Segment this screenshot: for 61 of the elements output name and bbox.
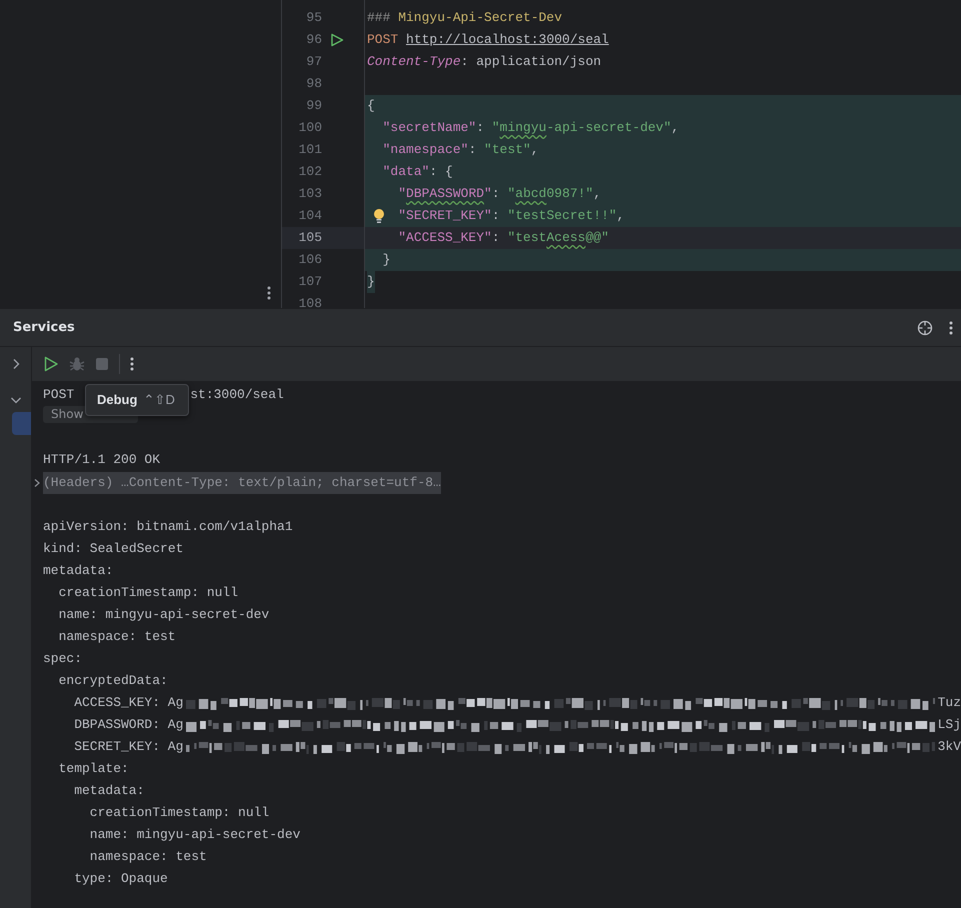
line-number: 100 (298, 119, 322, 137)
line-number: 106 (298, 251, 322, 269)
code-line: "data": { (382, 164, 453, 179)
line-number: 104 (298, 207, 322, 225)
code-line: Content-Type: application/json (367, 54, 602, 69)
line-number: 97 (305, 53, 322, 71)
yaml-line: name: mingyu-api-secret-dev (58, 606, 270, 624)
yaml-line: DBPASSWORD: Ag (74, 716, 184, 734)
code-line: "DBPASSWORD": "abcd0987!", (398, 186, 602, 201)
yaml-line: metadata: (74, 782, 144, 800)
crosshair-icon[interactable] (917, 320, 933, 336)
code-line: ### Mingyu-Api-Secret-Dev (367, 10, 562, 25)
yaml-line: template: (58, 760, 129, 778)
yaml-line: type: Opaque (74, 870, 168, 888)
yaml-line: creationTimestamp: null (58, 584, 238, 602)
yaml-line: kind: SealedSecret (43, 540, 184, 558)
yaml-line: namespace: test (90, 848, 207, 866)
more-icon[interactable] (267, 286, 271, 300)
line-number: 107 (298, 273, 322, 291)
line-number: 101 (298, 141, 322, 159)
code-line: "SECRET_KEY": "testSecret!!", (398, 208, 624, 223)
yaml-line: apiVersion: bitnami.com/v1alpha1 (43, 518, 293, 536)
yaml-value-tail: Tuz (938, 694, 961, 712)
yaml-line: name: mingyu-api-secret-dev (90, 826, 300, 844)
chevron-right-icon[interactable] (12, 358, 20, 370)
line-number: 96 (305, 31, 322, 49)
yaml-value-tail: 3kV (938, 738, 961, 756)
code-line: } (382, 252, 390, 267)
yaml-line: creationTimestamp: null (90, 804, 270, 822)
run-icon[interactable] (330, 33, 344, 47)
chevron-down-icon[interactable] (10, 396, 22, 404)
run-icon[interactable] (43, 356, 59, 372)
more-icon[interactable] (130, 357, 134, 371)
code-line: "ACCESS_KEY": "testAcess@@" (398, 230, 609, 245)
yaml-line: metadata: (43, 562, 114, 580)
line-number: 98 (305, 75, 322, 93)
line-number: 99 (305, 97, 322, 115)
lightbulb-icon[interactable] (373, 208, 385, 224)
shortcut-label: ⌃⇧D (143, 391, 175, 410)
code-line: POST http://localhost:3000/seal (367, 32, 609, 47)
yaml-line: namespace: test (58, 628, 176, 646)
request-method: POST (43, 386, 74, 404)
line-number: 95 (305, 9, 322, 27)
yaml-value-tail: LSj (938, 716, 961, 734)
status-line: HTTP/1.1 200 OK (43, 451, 160, 469)
yaml-line: SECRET_KEY: Ag (74, 738, 184, 756)
yaml-line: ACCESS_KEY: Ag (74, 694, 184, 712)
request-url: st:3000/seal (190, 386, 284, 404)
yaml-line: encryptedData: (58, 672, 168, 690)
line-number: 102 (298, 163, 322, 181)
code-line: { (367, 98, 375, 113)
more-icon[interactable] (949, 320, 953, 334)
line-number: 103 (298, 185, 322, 203)
panel-title: Services (13, 318, 75, 337)
yaml-line: spec: (43, 650, 82, 668)
code-line: "namespace": "test", (382, 142, 539, 157)
line-number: 108 (298, 295, 322, 308)
tooltip-label: Debug (97, 391, 138, 410)
line-number: 105 (298, 229, 322, 247)
code-line: "secretName": "mingyu-api-secret-dev", (382, 120, 680, 135)
code-line: } (367, 274, 375, 289)
